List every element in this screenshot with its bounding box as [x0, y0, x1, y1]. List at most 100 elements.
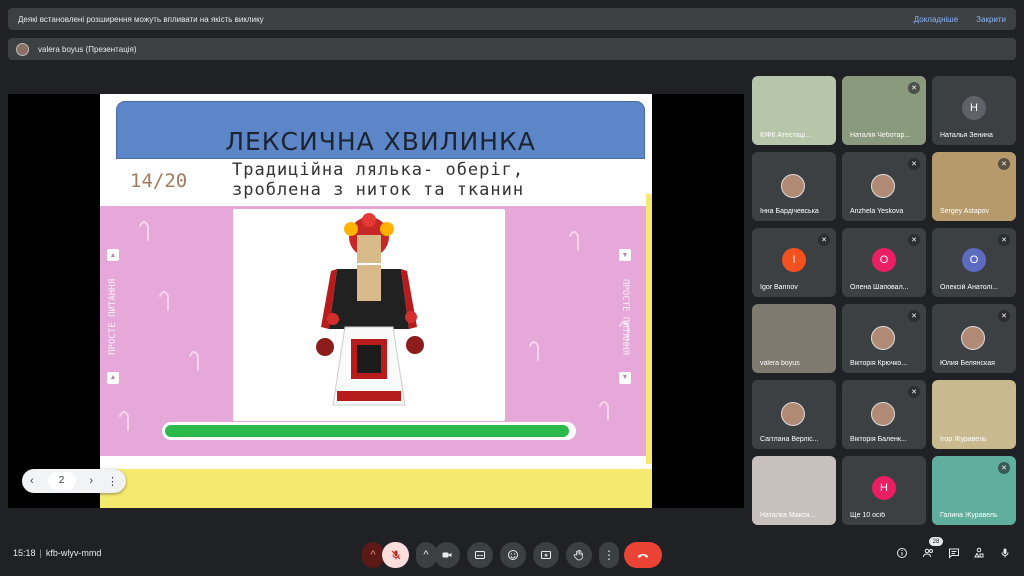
doll-image	[233, 209, 505, 421]
captions-button[interactable]	[467, 542, 493, 568]
participant-tile[interactable]: ✕ Юлия Белянская	[932, 304, 1016, 373]
camera-options-button[interactable]: ^	[416, 542, 436, 568]
meeting-code: kfb-wlyv-mmd	[45, 548, 102, 558]
participant-tile[interactable]: КІФК Атестаці...	[752, 76, 836, 145]
participant-name: Галина Журавель	[940, 512, 998, 519]
slide-yellow-side	[646, 194, 652, 464]
captions-icon	[475, 551, 485, 559]
right-side-text: ПРОСТЕ ПИТАННЯ	[620, 278, 630, 355]
people-icon	[922, 548, 933, 558]
pager-page-number[interactable]: 2	[47, 472, 76, 490]
info-button[interactable]	[891, 541, 913, 565]
host-controls-icon	[1001, 548, 1009, 558]
question-line-1: Традиційна лялька- оберіг,	[232, 160, 525, 180]
participant-name: Юлия Белянская	[940, 360, 995, 367]
participant-avatar	[961, 326, 985, 350]
participant-tile[interactable]: ✕ Вікторія Крючко...	[842, 304, 926, 373]
participant-name: Ігор Журавель	[940, 436, 987, 443]
question-line-2: зроблена з ниток та тканин	[232, 180, 525, 200]
mic-off-icon: ✕	[998, 310, 1010, 322]
presenter-label: valera boyus (Презентація)	[38, 44, 137, 54]
end-call-button[interactable]	[624, 542, 662, 568]
participant-avatar	[871, 402, 895, 426]
more-options-button[interactable]: ⋮	[599, 542, 619, 568]
clock-time: 15:18	[13, 548, 36, 558]
participant-tile[interactable]: О ✕ Олена Шаповал...	[842, 228, 926, 297]
extensions-warning-banner: Деякі встановлені розширення можуть впли…	[8, 8, 1016, 30]
participant-tile[interactable]: ✕ Sergey Astapov	[932, 152, 1016, 221]
participant-tile[interactable]: valera boyus	[752, 304, 836, 373]
chat-button[interactable]	[943, 541, 965, 565]
raise-hand-button[interactable]	[566, 542, 592, 568]
participant-tile[interactable]: ✕ Anzhela Yeskova	[842, 152, 926, 221]
slide-title: ЛЕКСИЧНА ХВИЛИНКА	[225, 127, 536, 156]
present-button[interactable]	[533, 542, 559, 568]
emoji-button[interactable]	[500, 542, 526, 568]
participant-name: valera boyus	[760, 360, 800, 367]
meeting-info: 15:18 | kfb-wlyv-mmd	[13, 548, 102, 558]
participant-tile[interactable]: I ✕ Igor Barinov	[752, 228, 836, 297]
left-up-arrow-icon-2: ▲	[107, 371, 119, 384]
left-up-arrow-icon: ▲	[107, 249, 119, 261]
participant-name: Наталія Чеботар...	[850, 132, 911, 139]
mic-off-icon: ✕	[818, 234, 830, 246]
activities-button[interactable]	[968, 541, 990, 565]
participant-tile[interactable]: Інна Бардічевська	[752, 152, 836, 221]
camera-icon	[442, 552, 452, 558]
participant-name: Олена Шаповал...	[850, 284, 909, 291]
chat-icon	[949, 548, 959, 559]
participant-tile[interactable]: Н Наталья Зенина	[932, 76, 1016, 145]
present-icon	[541, 551, 551, 559]
pager-prev-button[interactable]: ‹	[30, 475, 34, 487]
mic-off-button[interactable]	[382, 542, 409, 568]
participant-avatar	[871, 174, 895, 198]
emoji-icon	[508, 550, 518, 560]
right-down-arrow-icon-2: ▼	[619, 371, 631, 384]
more-icon: ⋮	[603, 548, 615, 562]
participant-initial-avatar: I	[782, 248, 806, 272]
right-down-arrow-icon: ▼	[619, 249, 631, 261]
banner-details-link[interactable]: Докладніше	[914, 15, 958, 24]
left-side-text: ПРОСТЕ ПИТАННЯ	[108, 278, 118, 355]
mic-off-icon: ✕	[998, 158, 1010, 170]
participant-initial-avatar: О	[962, 248, 986, 272]
participant-name: Вікторія Крючко...	[850, 360, 908, 367]
host-controls-button[interactable]	[994, 541, 1016, 565]
camera-button[interactable]	[434, 542, 460, 568]
presentation-slide: ЛЕКСИЧНА ХВИЛИНКА 14/20 Традиційна ляльк…	[100, 94, 652, 508]
participant-name: Sergey Astapov	[940, 208, 990, 215]
pager-next-button[interactable]: ›	[89, 475, 93, 487]
participant-tile[interactable]: ✕ Наталія Чеботар...	[842, 76, 926, 145]
participant-tile[interactable]: ✕ Галина Журавель	[932, 456, 1016, 525]
participant-name: Ще 10 осіб	[850, 512, 886, 519]
slide-pager: ‹ 2 › ⋮	[22, 469, 126, 493]
participant-tile[interactable]: Ігор Журавель	[932, 380, 1016, 449]
right-side-panel: ▼ ПРОСТЕ ПИТАННЯ ▼	[619, 249, 631, 384]
banner-close-link[interactable]: Закрити	[976, 15, 1006, 24]
participant-tile[interactable]: Наталка Макси...	[752, 456, 836, 525]
motanka-doll-illustration	[316, 213, 424, 406]
raise-hand-icon	[573, 549, 583, 561]
participant-tile[interactable]: Саітлана Верліс...	[752, 380, 836, 449]
answer-progress-fill	[165, 425, 569, 437]
presenter-bar: valera boyus (Презентація)	[8, 38, 1016, 60]
banner-message: Деякі встановлені розширення можуть впли…	[18, 14, 264, 24]
participant-tile[interactable]: ✕ Вікторія Баленк...	[842, 380, 926, 449]
participant-name: Вікторія Баленк...	[850, 436, 907, 443]
mic-off-icon: ✕	[908, 386, 920, 398]
mic-off-icon	[391, 550, 400, 560]
participant-tile[interactable]: О ✕ Олексій Анатолі...	[932, 228, 1016, 297]
participant-tile[interactable]: Н Ще 10 осіб	[842, 456, 926, 525]
participant-name: Олексій Анатолі...	[940, 284, 999, 291]
participant-avatar	[871, 326, 895, 350]
participant-avatar	[781, 402, 805, 426]
mic-off-icon: ✕	[998, 462, 1010, 474]
end-call-icon	[637, 553, 649, 558]
activities-icon	[974, 547, 984, 558]
mic-options-button[interactable]: ^	[362, 542, 384, 568]
pager-more-button[interactable]: ⋮	[107, 475, 118, 488]
participant-name: КІФК Атестаці...	[760, 132, 811, 139]
participant-name: Наталка Макси...	[760, 512, 816, 519]
presenter-avatar	[16, 42, 29, 56]
left-side-panel: ▲ ПРОСТЕ ПИТАННЯ ▲	[107, 249, 119, 384]
